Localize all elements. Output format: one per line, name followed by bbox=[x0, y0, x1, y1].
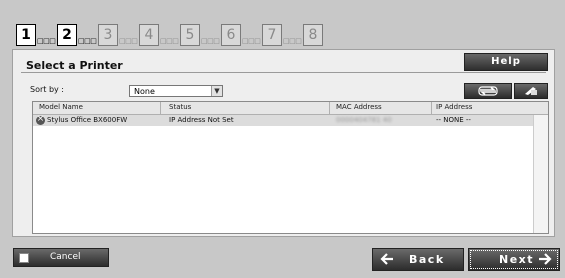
next-button[interactable]: Next bbox=[468, 248, 560, 271]
sort-value: None bbox=[134, 87, 155, 96]
cell-ip: -- NONE -- bbox=[436, 116, 471, 124]
cancel-checkbox-icon bbox=[19, 253, 29, 263]
column-header-ip[interactable]: IP Address bbox=[436, 103, 472, 111]
column-divider bbox=[431, 102, 432, 114]
step-number: 6 bbox=[221, 24, 241, 46]
step-number: 4 bbox=[139, 24, 159, 46]
table-row[interactable]: Stylus Office BX600FW IP Address Not Set… bbox=[33, 114, 533, 126]
manual-setup-button[interactable] bbox=[514, 83, 548, 99]
refresh-icon bbox=[478, 86, 498, 96]
step-number: 7 bbox=[262, 24, 282, 46]
column-header-model[interactable]: Model Name bbox=[39, 103, 83, 111]
step-dots: □□□ bbox=[78, 37, 97, 45]
help-button[interactable]: Help bbox=[464, 53, 548, 71]
select-printer-panel: Select a Printer Help Sort by : None ▼ M… bbox=[12, 49, 555, 237]
printer-list[interactable]: Model Name Status MAC Address IP Address… bbox=[32, 101, 549, 234]
next-label: Next bbox=[499, 253, 535, 266]
step-6: 6 □□□ bbox=[221, 24, 261, 46]
step-dots: □□□ bbox=[201, 37, 220, 45]
column-divider bbox=[160, 102, 161, 114]
step-number: 2 bbox=[57, 24, 77, 46]
step-dots: □□□ bbox=[119, 37, 138, 45]
step-7: 7 □□□ bbox=[262, 24, 302, 46]
list-header: Model Name Status MAC Address IP Address bbox=[33, 102, 548, 115]
step-dots: □□□ bbox=[283, 37, 302, 45]
step-4: 4 □□□ bbox=[139, 24, 179, 46]
pencil-icon bbox=[525, 87, 537, 95]
cancel-button[interactable]: Cancel bbox=[13, 248, 109, 267]
chevron-down-icon[interactable]: ▼ bbox=[211, 86, 222, 96]
step-dots: □□□ bbox=[37, 37, 56, 45]
step-dots: □□□ bbox=[160, 37, 179, 45]
cell-model: Stylus Office BX600FW bbox=[47, 116, 128, 124]
panel-title: Select a Printer bbox=[26, 59, 123, 72]
step-number: 3 bbox=[98, 24, 118, 46]
cell-mac: 0000404781 40 bbox=[336, 116, 392, 124]
vertical-scrollbar[interactable] bbox=[533, 115, 548, 233]
step-2: 2 □□□ bbox=[57, 24, 97, 46]
cancel-label: Cancel bbox=[50, 252, 81, 262]
step-8: 8 bbox=[303, 24, 325, 46]
step-dots: □□□ bbox=[242, 37, 261, 45]
title-divider bbox=[21, 72, 546, 73]
column-header-status[interactable]: Status bbox=[169, 103, 191, 111]
step-number: 1 bbox=[16, 24, 36, 46]
column-divider bbox=[329, 102, 330, 114]
cell-status: IP Address Not Set bbox=[169, 116, 234, 124]
arrow-right-icon bbox=[539, 253, 552, 265]
sort-label: Sort by : bbox=[30, 85, 64, 94]
back-label: Back bbox=[409, 253, 445, 266]
step-5: 5 □□□ bbox=[180, 24, 220, 46]
error-icon bbox=[36, 114, 45, 125]
arrow-left-icon bbox=[380, 253, 393, 265]
step-3: 3 □□□ bbox=[98, 24, 138, 46]
back-button[interactable]: Back bbox=[372, 248, 464, 271]
step-1: 1 □□□ bbox=[16, 24, 56, 46]
refresh-button[interactable] bbox=[464, 83, 512, 99]
wizard-steps: 1 □□□ 2 □□□ 3 □□□ 4 □□□ 5 □□□ 6 □□□ 7 □□… bbox=[16, 24, 325, 46]
column-header-mac[interactable]: MAC Address bbox=[336, 103, 382, 111]
sort-select[interactable]: None ▼ bbox=[129, 85, 223, 97]
step-number: 5 bbox=[180, 24, 200, 46]
step-number: 8 bbox=[303, 24, 323, 46]
